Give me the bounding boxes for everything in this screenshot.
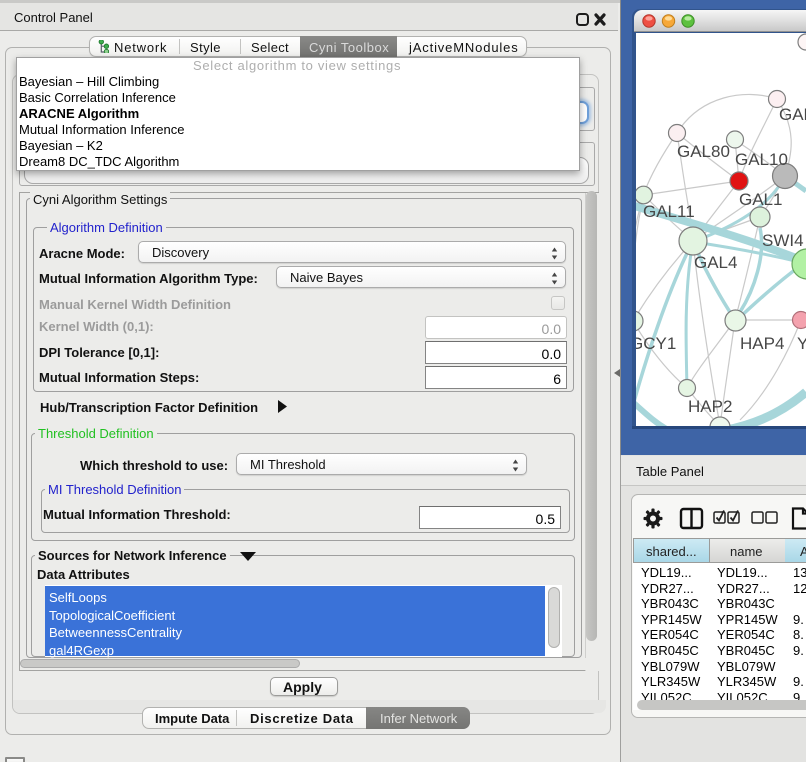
svg-text:GAL4: GAL4	[694, 253, 737, 272]
svg-text:GAL10: GAL10	[735, 150, 788, 169]
svg-text:GCY1: GCY1	[636, 334, 676, 353]
svg-text:GAL7: GAL7	[779, 105, 806, 124]
svg-text:Y: Y	[797, 334, 806, 353]
svg-text:SWI4: SWI4	[762, 231, 804, 250]
svg-text:HAP2: HAP2	[688, 397, 732, 416]
svg-text:GAL80: GAL80	[677, 142, 730, 161]
svg-text:HAP4: HAP4	[740, 334, 784, 353]
svg-text:GAL11: GAL11	[643, 202, 695, 221]
svg-text:GAL1: GAL1	[739, 190, 782, 209]
